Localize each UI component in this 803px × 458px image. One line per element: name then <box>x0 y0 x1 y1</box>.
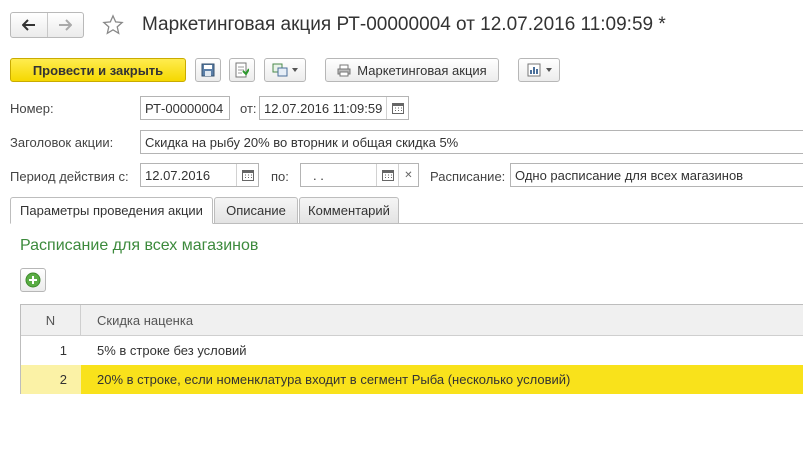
more-actions-button[interactable] <box>518 58 560 82</box>
calendar-icon <box>241 169 254 181</box>
period-to-field[interactable]: . . ✕ <box>300 163 419 187</box>
period-from-label: Период действия с: <box>10 169 129 184</box>
reports-icon <box>527 63 540 77</box>
plus-icon <box>25 272 41 288</box>
arrow-left-icon <box>21 19 35 31</box>
date-field[interactable]: 12.07.2016 11:09:59 <box>259 96 409 120</box>
section-title: Расписание для всех магазинов <box>20 237 259 254</box>
table-row[interactable]: 1 5% в строке без условий <box>21 336 803 365</box>
page-title: Маркетинговая акция РТ-00000004 от 12.07… <box>142 14 666 35</box>
row-number: 1 <box>59 343 67 358</box>
print-button[interactable]: Маркетинговая акция <box>325 58 499 82</box>
close-icon: ✕ <box>404 169 413 181</box>
create-based-icon <box>272 63 288 77</box>
period-from-value: 12.07.2016 <box>145 167 211 183</box>
row-discount: 5% в строке без условий <box>97 343 247 358</box>
table-header: N Скидка наценка <box>21 305 803 336</box>
printer-icon <box>337 64 351 76</box>
column-header-discount[interactable]: Скидка наценка <box>97 305 193 335</box>
create-based-on-button[interactable] <box>264 58 306 82</box>
floppy-disk-icon <box>201 63 215 77</box>
period-from-field[interactable]: 12.07.2016 <box>140 163 259 187</box>
date-label: от: <box>240 101 257 116</box>
row-discount: 20% в строке, если номенклатура входит в… <box>97 372 571 387</box>
back-button[interactable] <box>11 13 47 37</box>
post-document-icon <box>235 62 249 78</box>
heading-label: Заголовок акции: <box>10 135 114 150</box>
star-icon <box>102 14 124 35</box>
post-button[interactable] <box>229 58 255 82</box>
chevron-down-icon <box>292 68 298 72</box>
period-to-value: . . <box>313 167 324 183</box>
schedule-field[interactable]: Одно расписание для всех магазинов <box>510 163 803 187</box>
chevron-down-icon <box>545 68 552 72</box>
schedule-label: Расписание: <box>430 169 506 184</box>
clear-button[interactable]: ✕ <box>398 164 418 186</box>
calendar-icon <box>381 169 394 181</box>
date-value: 12.07.2016 11:09:59 <box>264 100 383 116</box>
tab-comment[interactable]: Комментарий <box>299 197 399 224</box>
post-and-close-button[interactable]: Провести и закрыть <box>10 58 186 82</box>
arrow-right-icon <box>59 19 73 31</box>
number-label: Номер: <box>10 101 54 116</box>
table-row-selected[interactable]: 2 20% в строке, если номенклатура входит… <box>21 365 803 394</box>
column-header-n[interactable]: N <box>21 305 81 335</box>
tab-description[interactable]: Описание <box>214 197 298 224</box>
save-button[interactable] <box>195 58 221 82</box>
calendar-button[interactable] <box>236 164 258 186</box>
row-number: 2 <box>59 372 67 387</box>
favorite-star-button[interactable] <box>100 12 126 38</box>
number-field[interactable]: РТ-00000004 <box>140 96 230 120</box>
print-button-label: Маркетинговая акция <box>357 62 487 78</box>
add-row-button[interactable] <box>20 268 46 292</box>
navigation-buttons <box>10 12 84 38</box>
calendar-icon <box>391 102 404 114</box>
forward-button[interactable] <box>46 13 84 37</box>
tab-parameters[interactable]: Параметры проведения акции <box>10 197 213 224</box>
promotion-heading-field[interactable]: Скидка на рыбу 20% во вторник и общая ск… <box>140 130 803 154</box>
period-to-label: по: <box>271 169 289 184</box>
schedule-table: N Скидка наценка 1 5% в строке без услов… <box>20 304 803 394</box>
calendar-button[interactable] <box>376 164 398 186</box>
calendar-button[interactable] <box>386 97 408 119</box>
